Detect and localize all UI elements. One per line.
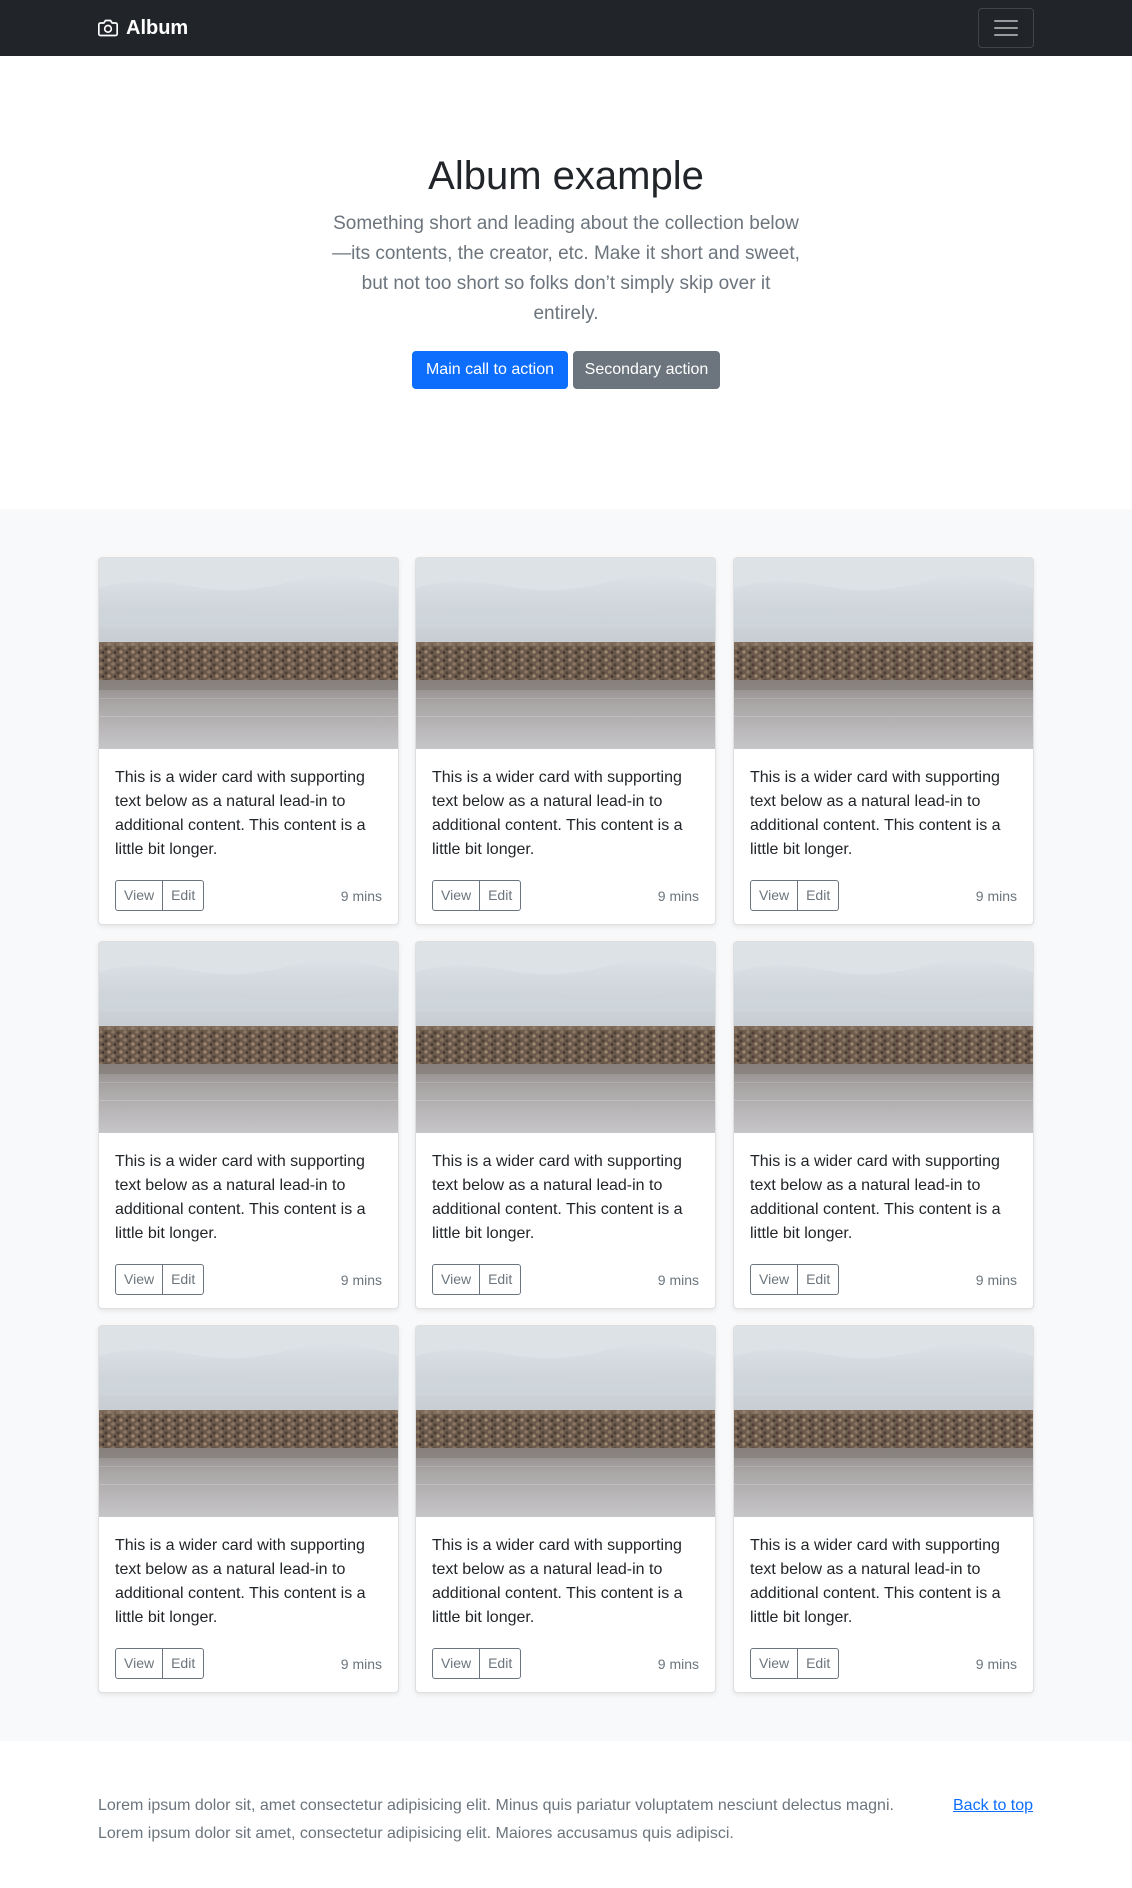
- view-button[interactable]: View: [115, 1648, 164, 1679]
- card-time: 9 mins: [340, 888, 382, 904]
- card-time: 9 mins: [975, 1656, 1017, 1672]
- card-text: This is a wider card with supporting tex…: [432, 1537, 683, 1626]
- edit-button[interactable]: Edit: [479, 1648, 522, 1679]
- card-thumbnail-image: [734, 558, 1033, 749]
- card-button-group: View Edit: [750, 1264, 840, 1295]
- card-button-group: View Edit: [115, 1648, 205, 1679]
- view-button[interactable]: View: [115, 880, 164, 911]
- footer: Lorem ipsum dolor sit, amet consectetur …: [0, 1741, 1132, 1888]
- page-title: Album example: [428, 154, 704, 198]
- card-button-group: View Edit: [115, 1264, 205, 1295]
- footer-text: Lorem ipsum dolor sit, amet consectetur …: [98, 1797, 894, 1842]
- hero-lead-text: Something short and leading about the co…: [332, 213, 800, 324]
- album-card: This is a wider card with supporting tex…: [733, 557, 1034, 925]
- album-card: This is a wider card with supporting tex…: [733, 1325, 1034, 1693]
- secondary-action-button[interactable]: Secondary action: [573, 351, 720, 389]
- card-text: This is a wider card with supporting tex…: [115, 1153, 366, 1242]
- hero-section: Album example Something short and leadin…: [0, 56, 1132, 509]
- edit-button[interactable]: Edit: [797, 880, 840, 911]
- card-thumbnail-image: [99, 1326, 398, 1517]
- card-time: 9 mins: [975, 1272, 1017, 1288]
- album-card: This is a wider card with supporting tex…: [733, 941, 1034, 1309]
- card-button-group: View Edit: [432, 1264, 522, 1295]
- card-text: This is a wider card with supporting tex…: [115, 1537, 366, 1626]
- card-time: 9 mins: [657, 888, 699, 904]
- edit-button[interactable]: Edit: [797, 1264, 840, 1295]
- card-button-group: View Edit: [750, 880, 840, 911]
- brand-link[interactable]: Album: [98, 14, 188, 42]
- card-text: This is a wider card with supporting tex…: [750, 1537, 1001, 1626]
- view-button[interactable]: View: [750, 1648, 799, 1679]
- card-thumbnail-image: [99, 558, 398, 749]
- back-to-top-link[interactable]: Back to top: [953, 1794, 1033, 1818]
- card-text: This is a wider card with supporting tex…: [750, 769, 1001, 858]
- album-card: This is a wider card with supporting tex…: [415, 557, 716, 925]
- hamburger-menu-icon: [992, 14, 1020, 42]
- view-button[interactable]: View: [115, 1264, 164, 1295]
- album-grid: This is a wider card with supporting tex…: [0, 509, 1132, 1741]
- edit-button[interactable]: Edit: [479, 1264, 522, 1295]
- card-button-group: View Edit: [115, 880, 205, 911]
- card-time: 9 mins: [340, 1272, 382, 1288]
- edit-button[interactable]: Edit: [479, 880, 522, 911]
- card-text: This is a wider card with supporting tex…: [432, 769, 683, 858]
- card-time: 9 mins: [657, 1272, 699, 1288]
- album-card: This is a wider card with supporting tex…: [98, 941, 399, 1309]
- card-time: 9 mins: [340, 1656, 382, 1672]
- album-card: This is a wider card with supporting tex…: [98, 557, 399, 925]
- album-card: This is a wider card with supporting tex…: [415, 941, 716, 1309]
- view-button[interactable]: View: [750, 880, 799, 911]
- view-button[interactable]: View: [432, 1264, 481, 1295]
- edit-button[interactable]: Edit: [797, 1648, 840, 1679]
- view-button[interactable]: View: [432, 1648, 481, 1679]
- card-thumbnail-image: [734, 942, 1033, 1133]
- card-thumbnail-image: [416, 942, 715, 1133]
- edit-button[interactable]: Edit: [162, 1648, 205, 1679]
- card-thumbnail-image: [99, 942, 398, 1133]
- view-button[interactable]: View: [432, 880, 481, 911]
- card-time: 9 mins: [975, 888, 1017, 904]
- card-thumbnail-image: [416, 1326, 715, 1517]
- card-thumbnail-image: [416, 558, 715, 749]
- card-time: 9 mins: [657, 1656, 699, 1672]
- navbar: Album: [0, 0, 1132, 56]
- brand-label: Album: [126, 17, 189, 39]
- card-thumbnail-image: [734, 1326, 1033, 1517]
- edit-button[interactable]: Edit: [162, 880, 205, 911]
- card-button-group: View Edit: [432, 880, 522, 911]
- navbar-toggler-button[interactable]: [978, 8, 1034, 48]
- card-text: This is a wider card with supporting tex…: [750, 1153, 1001, 1242]
- album-card: This is a wider card with supporting tex…: [415, 1325, 716, 1693]
- edit-button[interactable]: Edit: [162, 1264, 205, 1295]
- card-button-group: View Edit: [432, 1648, 522, 1679]
- album-card: This is a wider card with supporting tex…: [98, 1325, 399, 1693]
- card-button-group: View Edit: [750, 1648, 840, 1679]
- card-text: This is a wider card with supporting tex…: [432, 1153, 683, 1242]
- main-call-to-action-button[interactable]: Main call to action: [412, 351, 568, 389]
- camera-icon: [98, 18, 118, 38]
- card-text: This is a wider card with supporting tex…: [115, 769, 366, 858]
- view-button[interactable]: View: [750, 1264, 799, 1295]
